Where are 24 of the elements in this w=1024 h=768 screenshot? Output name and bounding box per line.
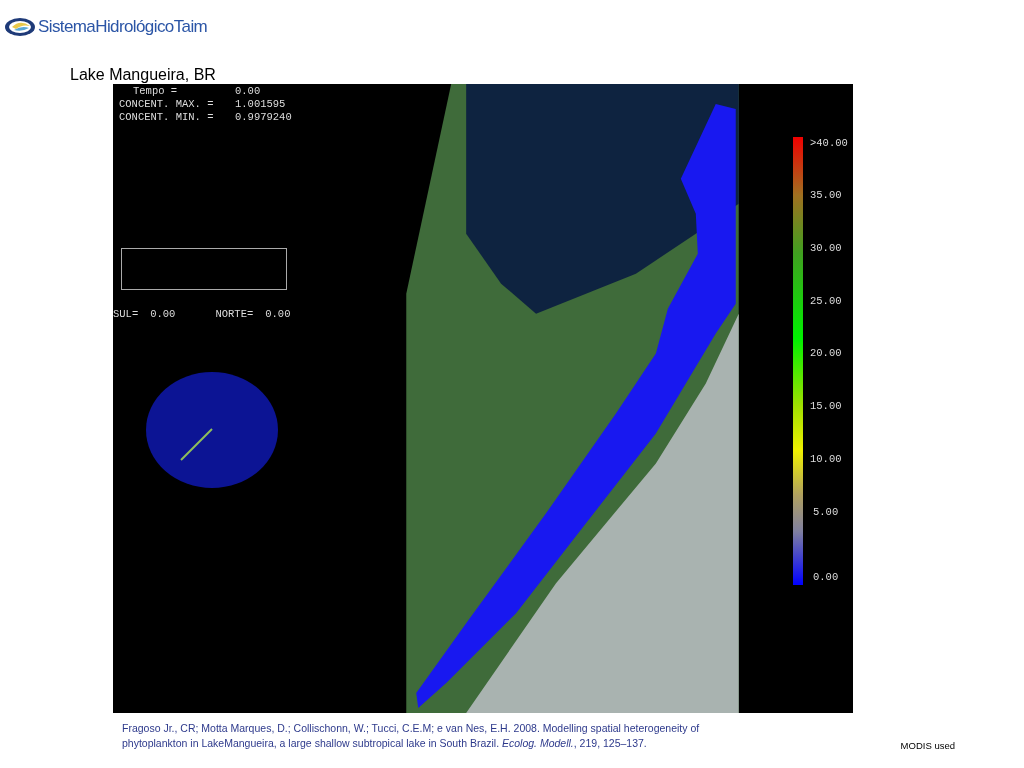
scale-label: 10.00 (810, 453, 842, 465)
boundary-label: SUL= (113, 308, 139, 320)
scale-label: 35.00 (810, 189, 842, 201)
source-note: MODIS used (900, 740, 955, 751)
boundary-value: 0.00 (265, 308, 291, 320)
citation-text: Fragoso Jr., CR; Motta Marques, D.; Collischonn, W.; Tucci, C.E.M; e van Nes, E.H. 2008. Modelling spatial heterogeneity of phytoplankton in LakeMangueira, a large shallow subtropical lake in South Brazil. Ecolog. Modell., 219, 125–137. (122, 721, 701, 751)
readout-label: CONCENT. MAX. = (119, 98, 215, 111)
logo-text: SistemaHidrológicoTaim (38, 17, 208, 37)
scale-label: >40.00 (810, 137, 848, 149)
logo-icon (4, 17, 36, 37)
readout-label: CONCENT. MIN. = (119, 111, 215, 124)
boundary-value: 0.00 (150, 308, 176, 320)
scale-label: 5.00 (813, 506, 839, 518)
readout-value: 0.9979240 (235, 111, 292, 124)
scale-label: 30.00 (810, 242, 842, 254)
readout-value: 0.00 (235, 85, 261, 98)
scale-label: 20.00 (810, 347, 842, 359)
scale-label: 0.00 (813, 571, 839, 583)
readout-value: 1.001595 (235, 98, 286, 111)
readout-label: Tempo = (132, 85, 179, 98)
boundary-label: NORTE= (215, 308, 254, 320)
slide-title: Lake Mangueira, BR (70, 66, 217, 84)
scale-label: 25.00 (810, 295, 842, 307)
scale-label: 15.00 (810, 400, 842, 412)
